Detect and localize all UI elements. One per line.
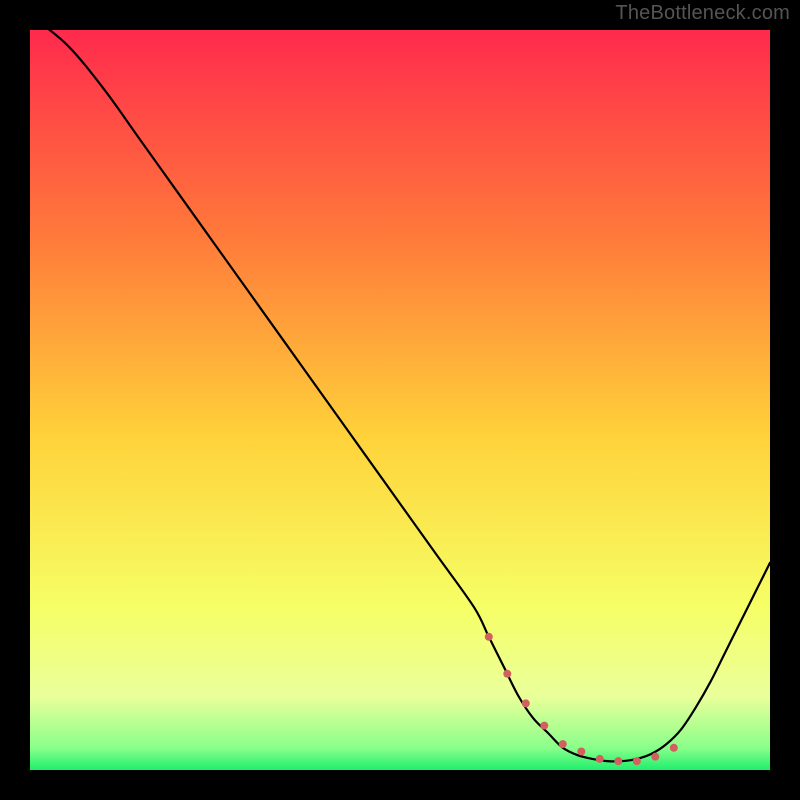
optimal-marker: [651, 753, 659, 761]
optimal-marker: [596, 755, 604, 763]
optimal-marker: [633, 757, 641, 765]
optimal-marker: [522, 699, 530, 707]
optimal-marker: [540, 722, 548, 730]
optimal-marker: [503, 670, 511, 678]
optimal-marker: [577, 748, 585, 756]
optimal-marker: [559, 740, 567, 748]
chart-frame: TheBottleneck.com: [0, 0, 800, 800]
plot-area: [30, 30, 770, 770]
optimal-marker: [670, 744, 678, 752]
watermark-text: TheBottleneck.com: [615, 2, 790, 25]
chart-svg: [30, 30, 770, 770]
optimal-marker: [614, 757, 622, 765]
optimal-marker: [485, 633, 493, 641]
